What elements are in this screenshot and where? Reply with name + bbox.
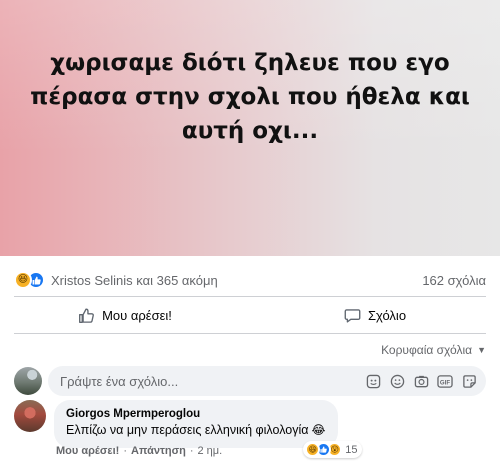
avatar[interactable] [14, 367, 42, 395]
divider [14, 296, 486, 297]
meta-separator: · [189, 445, 194, 457]
laughing-emoji-icon: 😂 [311, 423, 326, 437]
comment-count[interactable]: 162 σχόλια [422, 273, 486, 288]
sticker-alt-icon[interactable] [460, 372, 478, 390]
comment-bubble: Giorgos Mpermperoglou Ελπίζω να μην περά… [54, 400, 362, 458]
reaction-icons[interactable]: 😆 [14, 271, 45, 289]
haha-reaction-icon: 😆 [14, 271, 32, 289]
comment-timestamp[interactable]: 2 ημ. [198, 445, 223, 457]
thumbs-up-icon [79, 307, 95, 323]
comment-reply-link[interactable]: Απάντηση [131, 445, 186, 457]
comment-text: Ελπίζω να μην περάσεις ελληνική φιλολογί… [66, 423, 309, 437]
sticker-icon[interactable] [364, 372, 382, 390]
comment-reaction-count: 15 [345, 443, 358, 456]
post-text: χωρισαμε διότι ζηλευε που εγο πέρασα στη… [30, 50, 470, 144]
comment-field[interactable]: GIF [48, 366, 486, 396]
comment-button[interactable]: Σχόλιο [250, 307, 500, 324]
comment-sort-dropdown[interactable]: Κορυφαία σχόλια ▼ [381, 343, 486, 357]
comment-sort-row: Κορυφαία σχόλια ▼ [0, 340, 500, 360]
composer-tools: GIF [364, 372, 478, 390]
thumbs-up-glyph [320, 446, 328, 453]
comment-text-line: Ελπίζω να μην περάσεις ελληνική φιλολογί… [66, 422, 326, 439]
svg-text:GIF: GIF [440, 379, 450, 386]
emoji-icon[interactable] [388, 372, 406, 390]
gif-icon[interactable]: GIF [436, 372, 454, 390]
caret-down-icon: ▼ [477, 345, 486, 355]
meta-separator: · [123, 445, 128, 457]
comment-input[interactable] [60, 373, 364, 389]
divider [14, 333, 486, 334]
sort-label: Κορυφαία σχόλια [381, 343, 473, 357]
comment-item: Giorgos Mpermperoglou Ελπίζω να μην περά… [14, 400, 486, 458]
thumbs-up-glyph [32, 276, 41, 284]
comment-reactions[interactable]: 😆 😮 15 [303, 441, 362, 458]
comment-like-link[interactable]: Μου αρέσει! [56, 445, 119, 457]
commenter-avatar[interactable] [14, 400, 46, 432]
like-button[interactable]: Μου αρέσει! [0, 307, 250, 324]
reactors-text[interactable]: Xristos Selinis και 365 ακόμη [51, 273, 422, 288]
comment-icon [344, 308, 361, 323]
comment-author[interactable]: Giorgos Mpermperoglou [66, 407, 326, 422]
post-background-banner: χωρισαμε διότι ζηλευε που εγο πέρασα στη… [0, 0, 500, 256]
post-actions: Μου αρέσει! Σχόλιο [0, 298, 500, 332]
comment-meta: Μου αρέσει! · Απάντηση · 2 ημ. [56, 444, 222, 458]
like-button-label: Μου αρέσει! [102, 307, 172, 323]
camera-icon[interactable] [412, 372, 430, 390]
comment-composer: GIF [14, 366, 486, 396]
comment-button-label: Σχόλιο [367, 307, 407, 323]
reactions-summary: 😆 Xristos Selinis και 365 ακόμη 162 σχόλ… [0, 266, 500, 294]
